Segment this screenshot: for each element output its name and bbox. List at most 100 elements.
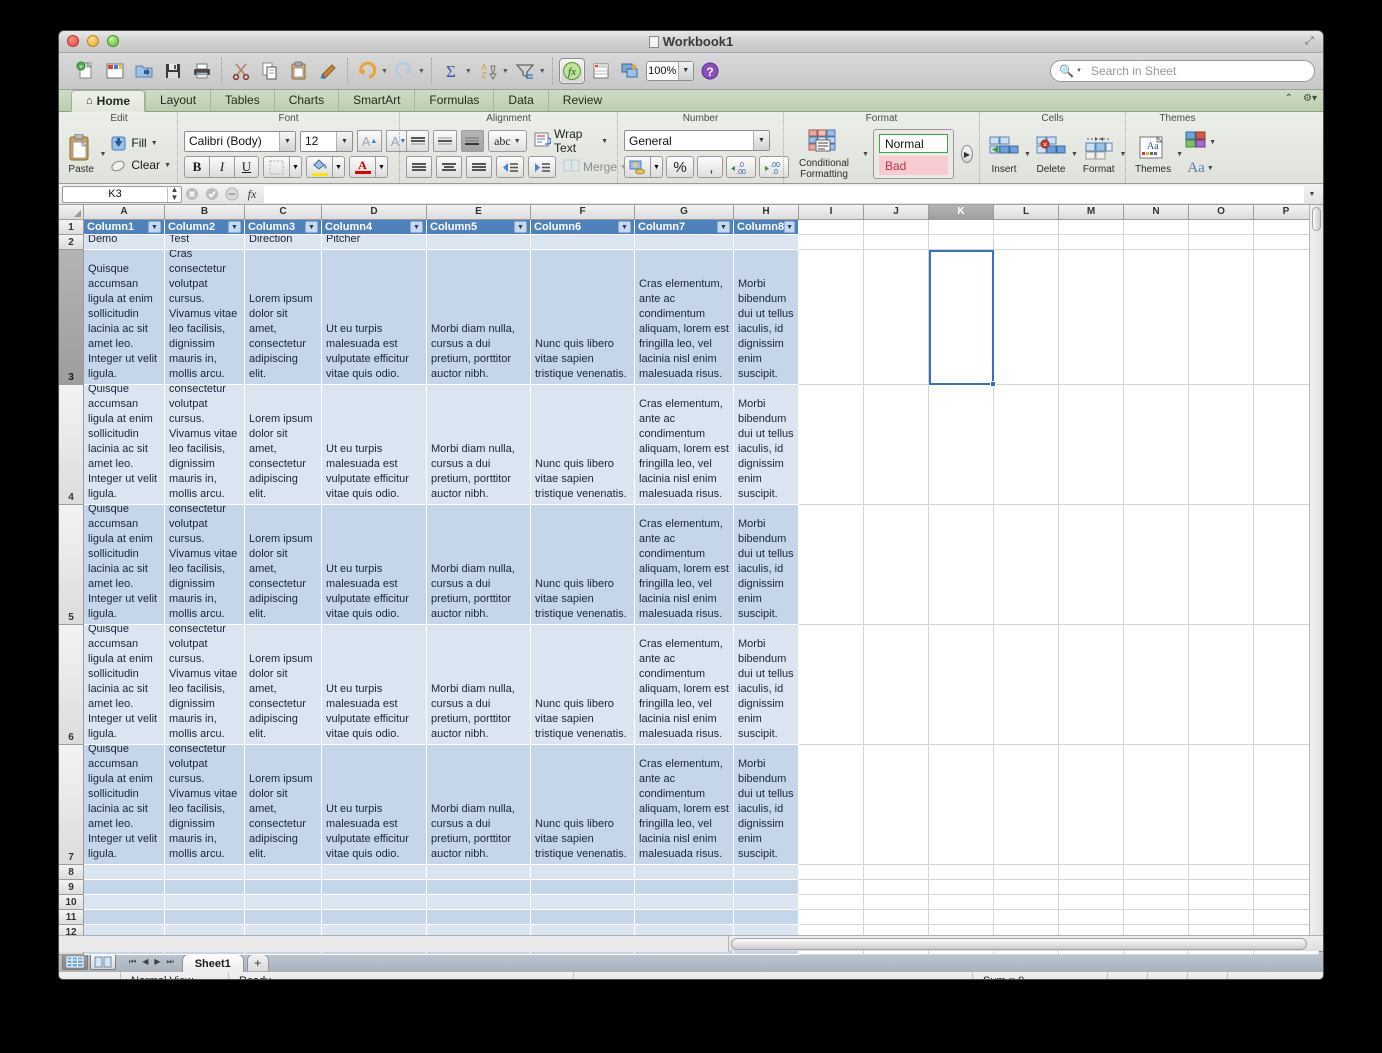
column-header-n[interactable]: N	[1124, 205, 1189, 220]
column-header-l[interactable]: L	[994, 205, 1059, 220]
ribbon-settings-gear-icon[interactable]: ⚙▾	[1303, 93, 1317, 104]
save-icon[interactable]	[160, 58, 186, 84]
first-sheet-icon[interactable]: ⏮	[129, 957, 136, 967]
row-header-9[interactable]: 9	[59, 880, 84, 895]
grid-cell[interactable]	[929, 880, 994, 895]
name-box-stepper[interactable]: ▲ ▼	[167, 186, 181, 202]
undo-dropdown-icon[interactable]: ▼	[381, 68, 388, 75]
align-center-button[interactable]	[436, 156, 462, 178]
orientation-dropdown-icon[interactable]: ▼	[514, 138, 521, 145]
grid-cell[interactable]	[245, 880, 322, 895]
italic-button[interactable]: I	[209, 156, 234, 178]
grid-cell[interactable]	[734, 895, 799, 910]
copy-icon[interactable]	[257, 58, 283, 84]
paste-icon[interactable]	[286, 58, 312, 84]
fill-dropdown-icon[interactable]: ▼	[151, 140, 158, 147]
underline-button[interactable]: U	[234, 156, 259, 178]
fill-color-button[interactable]: ▼	[306, 156, 345, 178]
grid-cell[interactable]	[531, 235, 635, 250]
grid-cell[interactable]: Morbi diam nulla, cursus a dui pretium, …	[427, 745, 531, 865]
sort-dropdown-icon[interactable]: ▼	[502, 68, 509, 75]
grid-cell[interactable]	[864, 865, 929, 880]
grid-cell[interactable]	[427, 880, 531, 895]
grid-cell[interactable]: Nunc quis libero vitae sapien tristique …	[531, 745, 635, 865]
grid-cell[interactable]	[1189, 505, 1254, 625]
formula-bar-expand-icon[interactable]: ▼	[1304, 191, 1320, 198]
grid-cell[interactable]	[1124, 385, 1189, 505]
styles-more-button[interactable]: ▶	[960, 145, 973, 163]
grid-cell[interactable]	[994, 865, 1059, 880]
vertical-scrollbar[interactable]	[1309, 205, 1323, 935]
grid-cell[interactable]: Cras consectetur volutpat cursus. Vivamu…	[165, 745, 245, 865]
grid-cell[interactable]	[1189, 880, 1254, 895]
grid-cell[interactable]: Cras elementum, ante ac condimentum aliq…	[635, 745, 734, 865]
grid-cell[interactable]	[1124, 895, 1189, 910]
grid-cell[interactable]	[1059, 895, 1124, 910]
grid-cell[interactable]	[734, 865, 799, 880]
row-header-5[interactable]: 5	[59, 505, 84, 625]
currency-dropdown-icon[interactable]: ▼	[650, 156, 663, 178]
paste-button[interactable]: Paste	[67, 133, 95, 175]
grid-cell[interactable]	[929, 385, 994, 505]
name-box[interactable]: K3 ▲ ▼	[62, 185, 182, 203]
insert-cells-button[interactable]: Insert	[986, 134, 1022, 175]
font-color-dropdown-icon[interactable]: ▼	[375, 156, 388, 178]
clear-dropdown-icon[interactable]: ▼	[164, 162, 171, 169]
column-header-i[interactable]: I	[799, 205, 864, 220]
number-format-dropdown-icon[interactable]: ▼	[753, 131, 769, 150]
close-button[interactable]	[67, 35, 79, 47]
table-header-cell[interactable]: Column3 ▼	[245, 220, 322, 235]
style-bad[interactable]: Bad	[878, 155, 948, 175]
grid-cell[interactable]	[1124, 235, 1189, 250]
grid-cell[interactable]: Cras consectetur volutpat cursus. Vivamu…	[165, 625, 245, 745]
cut-icon[interactable]	[228, 58, 254, 84]
filter-dropdown-icon[interactable]: ▼	[148, 221, 161, 233]
grid-cell[interactable]: Cras elementum, ante ac condimentum aliq…	[635, 385, 734, 505]
undo-icon[interactable]	[354, 58, 380, 84]
column-header-m[interactable]: M	[1059, 205, 1124, 220]
theme-fonts-dropdown-icon[interactable]: ▼	[1207, 165, 1214, 172]
grid-cell[interactable]: Direction	[245, 235, 322, 250]
grid-cell[interactable]	[994, 895, 1059, 910]
open-gallery-icon[interactable]	[102, 58, 128, 84]
grid-cell[interactable]	[1189, 250, 1254, 385]
table-header-cell[interactable]: Column6 ▼	[531, 220, 635, 235]
grid-cell[interactable]	[994, 505, 1059, 625]
delete-cells-button[interactable]: × Delete	[1033, 134, 1069, 175]
grid-cell[interactable]: Morbi bibendum dui ut tellus iaculis, id…	[734, 505, 799, 625]
align-right-button[interactable]	[466, 156, 492, 178]
grid-cell[interactable]	[1124, 220, 1189, 235]
tab-home[interactable]: ⌂ Home	[71, 90, 145, 112]
print-icon[interactable]	[189, 58, 215, 84]
grid-cell[interactable]	[1189, 385, 1254, 505]
filter-dropdown-icon[interactable]: ▼	[514, 221, 527, 233]
tab-tables[interactable]: Tables	[210, 90, 274, 111]
grid-cell[interactable]	[635, 880, 734, 895]
open-icon[interactable]	[131, 58, 157, 84]
sheet-nav-arrows[interactable]: ⏮ ◀ ▶ ⏭	[121, 957, 182, 967]
column-header-j[interactable]: J	[864, 205, 929, 220]
grid-cell[interactable]	[635, 865, 734, 880]
tab-layout[interactable]: Layout	[145, 90, 210, 111]
grid-cell[interactable]	[1189, 910, 1254, 925]
grid-cell[interactable]: Lorem ipsum dolor sit amet, consectetur …	[245, 505, 322, 625]
status-sum[interactable]: Sum = 0 ▼	[973, 971, 1108, 979]
table-header-cell[interactable]: Column8 ▼	[734, 220, 799, 235]
theme-colors-dropdown-icon[interactable]: ▼	[1209, 139, 1216, 146]
grid-cell[interactable]	[1124, 910, 1189, 925]
grid-cell[interactable]: Ut eu turpis malesuada est vulputate eff…	[322, 250, 427, 385]
row-header-10[interactable]: 10	[59, 895, 84, 910]
grid-cell[interactable]: Morbi bibendum dui ut tellus iaculis, id…	[734, 250, 799, 385]
column-header-k[interactable]: K	[929, 205, 994, 220]
grid-cell[interactable]	[84, 910, 165, 925]
decrease-indent-button[interactable]	[496, 156, 524, 178]
grid-cell[interactable]	[165, 865, 245, 880]
increase-indent-button[interactable]	[528, 156, 556, 178]
column-header-h[interactable]: H	[734, 205, 799, 220]
grid-cell[interactable]: Test	[165, 235, 245, 250]
grid-cell[interactable]: Nunc quis libero vitae sapien tristique …	[531, 625, 635, 745]
grid-cell[interactable]: Quisque accumsan ligula at enim sollicit…	[84, 385, 165, 505]
grid-cell[interactable]: Morbi diam nulla, cursus a dui pretium, …	[427, 385, 531, 505]
orientation-button[interactable]: abc ▼	[487, 130, 528, 152]
grid-cell[interactable]	[84, 895, 165, 910]
